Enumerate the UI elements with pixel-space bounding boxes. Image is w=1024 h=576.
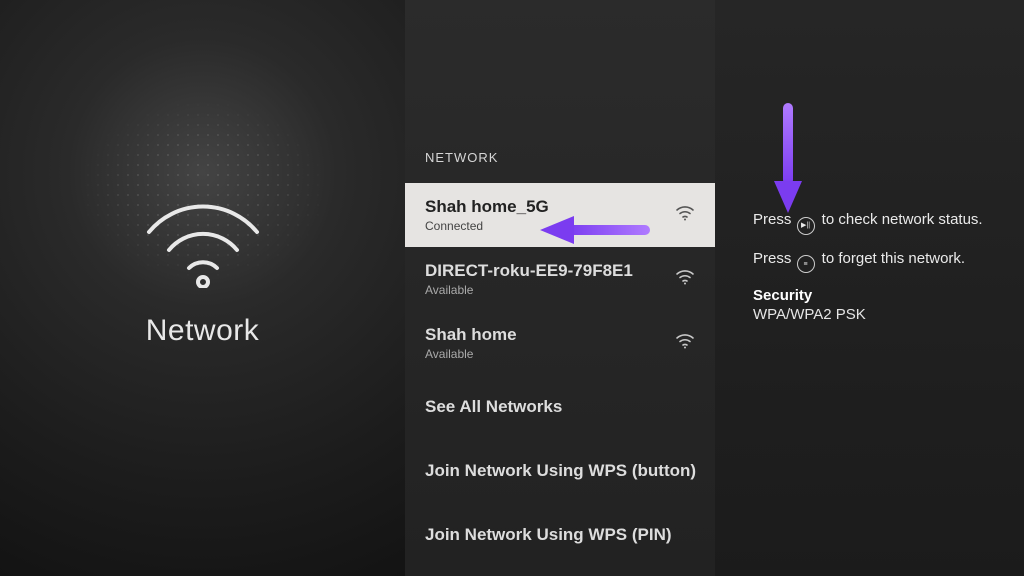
network-list-panel: NETWORK Shah home_5G Connected DIRECT-ro…	[405, 0, 715, 576]
network-name: DIRECT-roku-EE9-79F8E1	[425, 261, 633, 281]
wifi-signal-icon	[675, 333, 695, 354]
network-item-1[interactable]: DIRECT-roku-EE9-79F8E1 Available	[405, 247, 715, 311]
left-panel-title: Network	[146, 314, 260, 348]
menu-icon: ≡	[797, 255, 815, 273]
network-item-2[interactable]: Shah home Available	[405, 311, 715, 375]
network-name: Shah home	[425, 325, 517, 345]
network-status: Available	[425, 347, 517, 361]
hint-check-status: Press ▶|| to check network status.	[753, 210, 996, 235]
wifi-signal-icon	[675, 269, 695, 290]
hint-text: to check network status.	[818, 211, 983, 228]
info-panel: Press ▶|| to check network status. Press…	[715, 0, 1024, 576]
security-value: WPA/WPA2 PSK	[753, 306, 996, 323]
app-root: Network NETWORK Shah home_5G Connected D…	[0, 0, 1024, 576]
left-panel: Network	[0, 0, 405, 576]
network-status: Available	[425, 283, 633, 297]
section-header-network: NETWORK	[405, 150, 715, 165]
hint-text: Press	[753, 211, 796, 228]
join-wps-pin[interactable]: Join Network Using WPS (PIN)	[405, 503, 715, 567]
network-name: Shah home_5G	[425, 197, 549, 217]
network-item-0[interactable]: Shah home_5G Connected	[405, 183, 715, 247]
hint-forget-network: Press ≡ to forget this network.	[753, 249, 996, 274]
hint-text: Press	[753, 250, 796, 267]
play-pause-icon: ▶||	[797, 217, 815, 235]
wifi-signal-icon	[675, 205, 695, 226]
security-label: Security	[753, 287, 996, 304]
join-wps-button[interactable]: Join Network Using WPS (button)	[405, 439, 715, 503]
network-status: Connected	[425, 219, 549, 233]
hint-text: to forget this network.	[818, 250, 966, 267]
wifi-large-icon	[133, 188, 273, 288]
see-all-networks[interactable]: See All Networks	[405, 375, 715, 439]
